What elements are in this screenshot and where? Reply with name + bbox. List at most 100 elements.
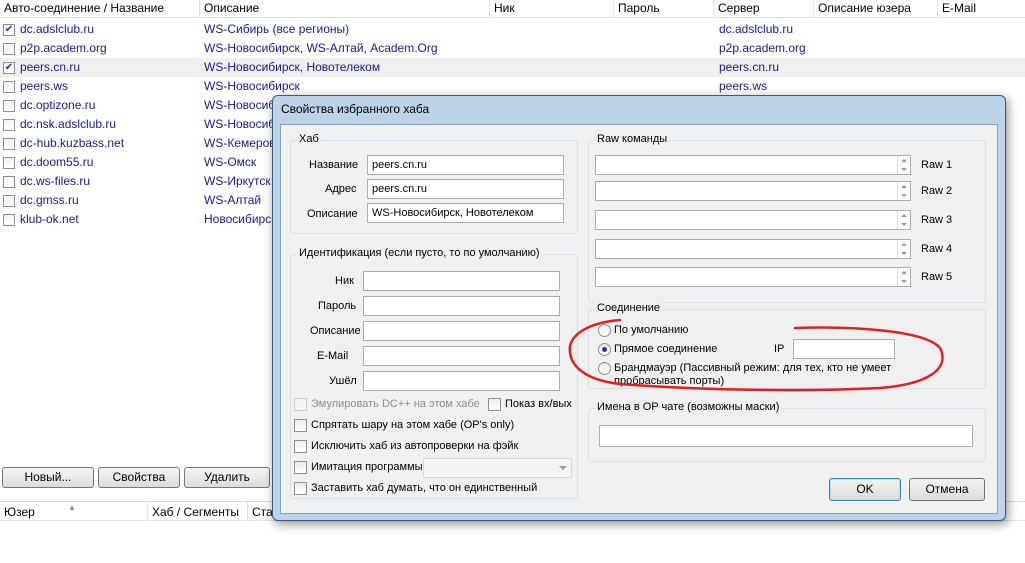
hub-name-cell: p2p.academ.org <box>20 41 107 55</box>
raw4-label: Raw 4 <box>921 243 953 255</box>
raw5-spinner[interactable] <box>897 268 910 286</box>
emulate-dc-label: Эмулировать DC++ на этом хабе <box>311 398 480 410</box>
hub-address-label: Адрес <box>325 183 357 195</box>
op-chat-names-group-title: Имена в OP чате (возможны маски) <box>595 401 782 413</box>
conn-firewall-label: Брандмауэр (Пассивный режим: для тех, кт… <box>614 362 892 387</box>
hub-description-cell: WS-Сибирь (все регионы) <box>204 22 350 36</box>
table-row[interactable]: peers.ws WS-Новосибирск peers.ws <box>0 77 1025 96</box>
op-chat-names-group: Имена в OP чате (возможны маски) <box>588 401 986 462</box>
hub-properties-dialog: Свойства избранного хаба Хаб Название pe… <box>272 95 1006 521</box>
ok-button[interactable]: OK <box>829 478 901 501</box>
raw5-input[interactable] <box>595 267 911 287</box>
delete-button[interactable]: Удалить <box>184 467 270 488</box>
away-input[interactable] <box>363 371 560 391</box>
autoconnect-checkbox[interactable] <box>3 100 15 112</box>
emulate-dc-checkbox[interactable] <box>294 398 307 411</box>
raw4-input[interactable] <box>595 239 911 259</box>
conn-default-label: По умолчанию <box>614 324 689 336</box>
client-select[interactable] <box>423 458 572 478</box>
show-joins-label: Показ вх/вых <box>505 398 572 410</box>
new-hub-button[interactable]: Новый... <box>2 467 94 488</box>
hub-description-label: Описание <box>307 208 358 220</box>
table-row[interactable]: ✔ dc.adslclub.ru WS-Сибирь (все регионы) dc… <box>0 20 1025 39</box>
raw2-label: Raw 2 <box>921 185 953 197</box>
table-row[interactable]: p2p.academ.org WS-Новосибирск, WS-Алтай, … <box>0 39 1025 58</box>
chevron-down-icon <box>559 466 567 470</box>
conn-default-radio[interactable] <box>598 324 611 337</box>
hub-name-cell: peers.ws <box>20 79 69 93</box>
raw2-spinner[interactable] <box>897 182 910 200</box>
hub-description-input[interactable]: WS-Новосибирск, Новотелеком <box>367 203 564 223</box>
password-input[interactable] <box>363 296 560 316</box>
away-label: Ушёл <box>329 375 357 387</box>
col-header-email[interactable]: E-Mail <box>938 0 1025 18</box>
autoconnect-checkbox[interactable] <box>3 214 15 226</box>
col-header-user[interactable]: Юзер ▲ <box>0 502 148 522</box>
autoconnect-checkbox[interactable] <box>3 43 15 55</box>
raw3-input[interactable] <box>595 210 911 230</box>
autoconnect-checkbox[interactable] <box>3 119 15 131</box>
hub-name-cell: dc.doom55.ru <box>20 155 94 169</box>
hub-server-cell: p2p.academ.org <box>719 41 806 55</box>
col-header-password[interactable]: Пароль <box>614 0 714 18</box>
conn-direct-label: Прямое соединение <box>614 343 718 355</box>
raw1-input[interactable] <box>595 155 911 175</box>
col-header-user-description[interactable]: Описание юзера <box>814 0 938 18</box>
hide-share-checkbox[interactable] <box>294 419 307 432</box>
col-header-description[interactable]: Описание <box>200 0 490 18</box>
autoconnect-checkbox[interactable]: ✔ <box>3 62 15 74</box>
conn-firewall-radio[interactable] <box>598 362 611 375</box>
conn-direct-radio[interactable] <box>598 343 611 356</box>
sort-up-icon: ▲ <box>68 503 76 512</box>
hub-name-input[interactable]: peers.cn.ru <box>367 155 564 175</box>
raw-commands-group-title: Raw команды <box>595 133 670 145</box>
only-hub-checkbox[interactable] <box>294 482 307 495</box>
hub-address-input[interactable]: peers.cn.ru <box>367 179 564 199</box>
connection-group-title: Соединение <box>595 302 663 314</box>
raw4-spinner[interactable] <box>897 240 910 258</box>
identification-group: Идентификация (если пусто, то по умолчан… <box>290 247 578 499</box>
user-description-input[interactable] <box>363 321 560 341</box>
raw3-label: Raw 3 <box>921 214 953 226</box>
show-joins-checkbox[interactable] <box>488 398 501 411</box>
password-label: Пароль <box>318 300 357 312</box>
email-input[interactable] <box>363 346 560 366</box>
dialog-body: Хаб Название peers.cn.ru Адрес peers.cn.… <box>280 124 998 514</box>
hub-group-title: Хаб <box>297 133 321 145</box>
properties-button[interactable]: Свойства <box>98 467 180 488</box>
table-row[interactable]: ✔ peers.cn.ru WS-Новосибирск, Новотелеком p… <box>0 58 1025 77</box>
op-chat-names-input[interactable] <box>599 425 973 447</box>
raw1-spinner[interactable] <box>897 156 910 174</box>
hide-share-label: Спрятать шару на этом хабе (OP's only) <box>311 419 515 431</box>
autoconnect-checkbox[interactable] <box>3 138 15 150</box>
hub-server-cell: peers.ws <box>719 79 768 93</box>
nick-input[interactable] <box>363 271 560 291</box>
autoconnect-checkbox[interactable] <box>3 176 15 188</box>
col-header-nick[interactable]: Ник <box>490 0 614 18</box>
col-header-server[interactable]: Сервер <box>714 0 814 18</box>
autoconnect-checkbox[interactable] <box>3 195 15 207</box>
hubs-table-header: Авто-соединение / Название Описание Ник … <box>0 0 1025 18</box>
raw3-spinner[interactable] <box>897 211 910 229</box>
raw2-input[interactable] <box>595 181 911 201</box>
exclude-check-checkbox[interactable] <box>294 440 307 453</box>
autoconnect-checkbox[interactable] <box>3 157 15 169</box>
cancel-button[interactable]: Отмена <box>909 478 985 501</box>
hub-group: Хаб Название peers.cn.ru Адрес peers.cn.… <box>290 133 578 234</box>
hub-name-cell: dc.gmss.ru <box>20 193 79 207</box>
hub-name-cell: dc.adslclub.ru <box>20 22 95 36</box>
autoconnect-checkbox[interactable]: ✔ <box>3 24 15 36</box>
emulate-client-label: Имитация программы <box>311 461 423 473</box>
raw1-label: Raw 1 <box>921 159 953 171</box>
emulate-client-checkbox[interactable] <box>294 461 307 474</box>
nick-label: Ник <box>335 275 354 287</box>
col-header-name[interactable]: Авто-соединение / Название <box>0 0 200 18</box>
email-label: E-Mail <box>317 350 349 362</box>
col-header-hub-segments[interactable]: Хаб / Сегменты <box>148 502 248 522</box>
hub-name-cell: klub-ok.net <box>20 212 79 226</box>
raw-commands-group: Raw команды Raw 1 Raw 2 Raw 3 Raw 4 Raw … <box>588 133 986 303</box>
autoconnect-checkbox[interactable] <box>3 81 15 93</box>
ip-input[interactable] <box>793 339 895 359</box>
raw5-label: Raw 5 <box>921 271 953 283</box>
hub-server-cell: dc.adslclub.ru <box>719 22 794 36</box>
